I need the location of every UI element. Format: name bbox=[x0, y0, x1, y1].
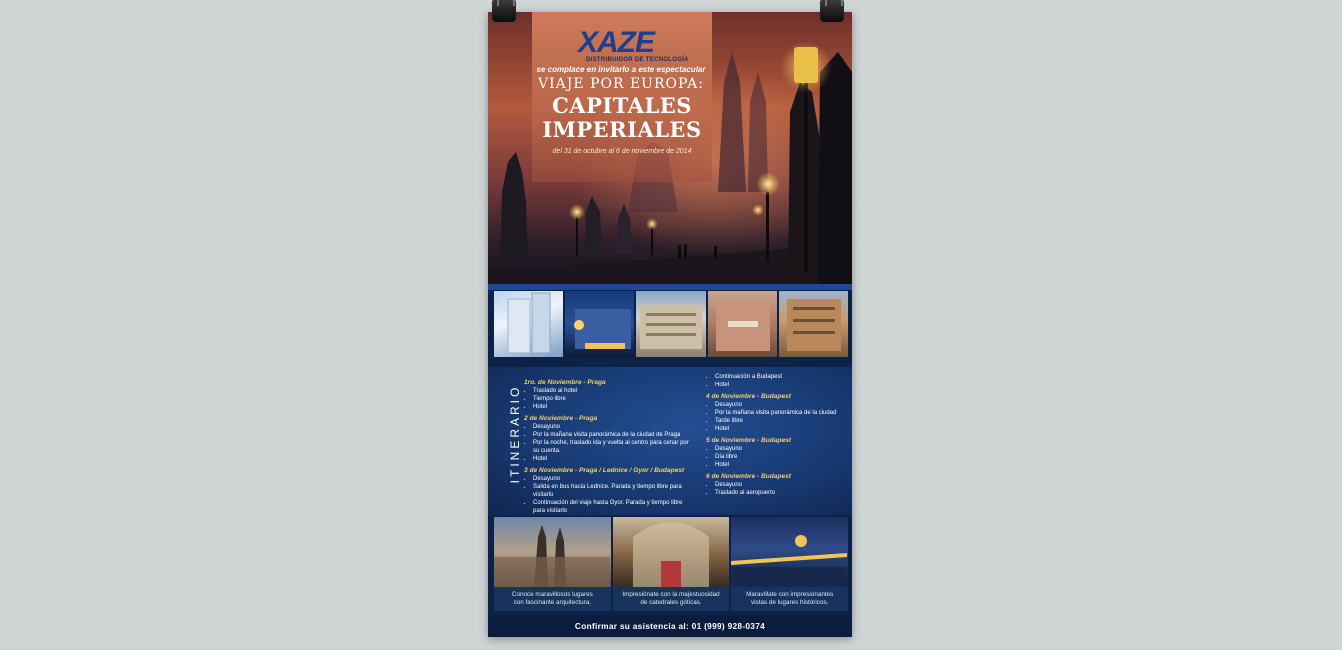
gallery-caption: Maravíllate con impresionantes bbox=[746, 591, 834, 598]
itinerary-item: Tiempo libre bbox=[533, 395, 694, 403]
itinerary-item: Hotel bbox=[715, 425, 850, 433]
gallery-caption: de catedrales góticas. bbox=[640, 599, 702, 606]
itinerary-section: ITINERARIO 1ro. de Noviembre - Praga Tra… bbox=[488, 367, 852, 515]
itinerary-left-column: 1ro. de Noviembre - Praga Traslado al ho… bbox=[524, 375, 694, 515]
itinerary-item: Continuación a Budapest bbox=[715, 373, 850, 381]
company-tagline: DISTRIBUIDOR DE TECNOLOGÍA bbox=[586, 57, 689, 63]
hotel-photo-4 bbox=[707, 291, 777, 357]
hotel-photo-strip bbox=[494, 291, 849, 357]
destination-gallery: Conoce maravillosos lugares con fascinan… bbox=[494, 517, 849, 611]
hotel-photo-2 bbox=[565, 291, 635, 357]
gallery-caption: con fascinante arquitectura. bbox=[513, 599, 592, 606]
event-poster: XAZE DISTRIBUIDOR DE TECNOLOGÍA se compl… bbox=[488, 12, 852, 637]
hotel-photo-5 bbox=[778, 291, 849, 357]
event-dates: del 31 de octubre al 6 de noviembre de 2… bbox=[552, 148, 692, 155]
divider-strip bbox=[488, 284, 852, 290]
gallery-caption: Conoce maravillosos lugares bbox=[511, 591, 593, 598]
itinerary-item: Por la mañana visita panorámica de la ci… bbox=[715, 409, 850, 417]
itinerary-item: Desayuno bbox=[533, 475, 694, 483]
day-heading: 5 de Noviembre - Budapest bbox=[706, 437, 792, 444]
gallery-item-cathedral: Impresiónate con la majestuosidad de cat… bbox=[612, 517, 730, 611]
company-logo: XAZE bbox=[578, 26, 655, 59]
gallery-caption: Impresiónate con la majestuosidad bbox=[622, 591, 720, 598]
itinerary-item: Hotel bbox=[533, 403, 694, 411]
gallery-item-historic-views: Maravíllate con impresionantes vistas de… bbox=[731, 517, 849, 611]
itinerary-item: Por la noche, traslado ida y vuelta al c… bbox=[533, 439, 694, 455]
itinerary-item: Desayuno bbox=[715, 445, 850, 453]
title-line-2: IMPERIALES bbox=[542, 117, 702, 142]
itinerary-item: Hotel bbox=[715, 461, 850, 469]
prague-square-photo bbox=[494, 517, 611, 587]
day-heading: 3 de Noviembre - Praga / Lednice / Gyor … bbox=[524, 467, 685, 474]
trip-line: VIAJE POR EUROPA: bbox=[538, 76, 704, 92]
cathedral-interior-photo bbox=[612, 517, 730, 587]
day-heading: 4 de Noviembre - Budapest bbox=[706, 393, 792, 400]
itinerary-item: Continuación del viaje hasta Gyor. Parad… bbox=[533, 499, 694, 515]
itinerary-item: Desayuno bbox=[715, 401, 850, 409]
binder-clip-left bbox=[492, 0, 516, 22]
hero-banner: XAZE DISTRIBUIDOR DE TECNOLOGÍA se compl… bbox=[488, 12, 852, 284]
itinerary-item: Salida en bus hacia Lednice. Parada y ti… bbox=[533, 483, 694, 499]
binder-clip-right bbox=[820, 0, 844, 22]
day-heading: 2 de Noviembre - Praga bbox=[524, 415, 598, 422]
rsvp-footer: Confirmar su asistencia al: 01 (999) 928… bbox=[488, 616, 852, 637]
itinerary-label: ITINERARIO bbox=[508, 384, 522, 484]
itinerary-item: Por la mañana visita panorámica de la ci… bbox=[533, 431, 694, 439]
budapest-night-photo bbox=[731, 517, 849, 587]
gallery-caption: vistas de lugares históricos. bbox=[751, 599, 829, 606]
itinerary-item: Traslado al aeropuerto bbox=[715, 489, 850, 497]
itinerary-item: Tarde libre bbox=[715, 417, 850, 425]
itinerary-item: Desayuno bbox=[533, 423, 694, 431]
day-heading: 6 de Noviembre - Budapest bbox=[706, 473, 792, 480]
title-line-1: CAPITALES bbox=[552, 93, 692, 118]
itinerary-item: Hotel bbox=[533, 455, 694, 463]
itinerary-item: Hotel bbox=[715, 381, 850, 389]
invite-text: se complace en invitarlo a este espectac… bbox=[536, 65, 706, 74]
itinerary-item: Traslado al hotel bbox=[533, 387, 694, 395]
itinerary-item: Desayuno bbox=[715, 481, 850, 489]
itinerary-item: Día libre bbox=[715, 453, 850, 461]
hotel-photo-3 bbox=[636, 291, 706, 357]
hotel-photo-1 bbox=[494, 291, 564, 357]
itinerary-right-column: Continuación a Budapest Hotel 4 de Novie… bbox=[706, 373, 850, 497]
day-heading: 1ro. de Noviembre - Praga bbox=[524, 379, 606, 386]
gallery-item-architecture: Conoce maravillosos lugares con fascinan… bbox=[494, 517, 611, 611]
